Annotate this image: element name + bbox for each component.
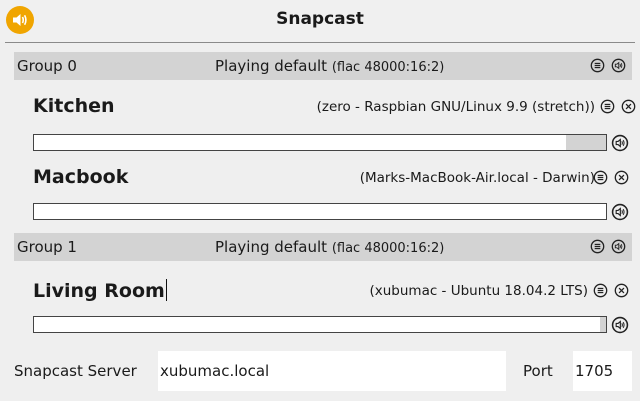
remove-icon[interactable] bbox=[614, 170, 629, 185]
volume-icon[interactable] bbox=[611, 316, 629, 334]
volume-slider[interactable] bbox=[33, 316, 607, 333]
client-host: (Marks-MacBook-Air.local - Darwin) bbox=[359, 170, 595, 186]
port-label: Port bbox=[523, 362, 553, 380]
group-name: Group 1 bbox=[17, 238, 77, 256]
client-name-text: Living Room bbox=[33, 280, 165, 302]
client-host: (zero - Raspbian GNU/Linux 9.9 (stretch)… bbox=[316, 99, 595, 115]
title-bar: Snapcast bbox=[0, 0, 640, 42]
menu-icon[interactable] bbox=[600, 99, 615, 114]
volume-icon[interactable] bbox=[611, 58, 626, 73]
server-input[interactable] bbox=[158, 351, 506, 391]
app-title: Snapcast bbox=[276, 9, 364, 29]
remove-icon[interactable] bbox=[614, 283, 629, 298]
group-row: Group 1 Playing default (flac 48000:16:2… bbox=[14, 233, 632, 261]
client-name: Kitchen bbox=[33, 95, 115, 117]
group-stream: Playing default bbox=[215, 57, 328, 75]
group-codec: (flac 48000:16:2) bbox=[331, 241, 445, 256]
group-row: Group 0 Playing default (flac 48000:16:2… bbox=[14, 52, 632, 80]
port-input[interactable] bbox=[573, 351, 632, 391]
menu-icon[interactable] bbox=[593, 170, 608, 185]
volume-slider[interactable] bbox=[33, 134, 607, 151]
volume-icon[interactable] bbox=[611, 239, 626, 254]
text-cursor bbox=[165, 279, 167, 301]
volume-slider[interactable] bbox=[33, 203, 607, 220]
server-label: Snapcast Server bbox=[14, 362, 137, 380]
menu-icon[interactable] bbox=[590, 239, 605, 254]
group-codec: (flac 48000:16:2) bbox=[331, 60, 445, 75]
client-name[interactable]: Living Room bbox=[33, 279, 167, 302]
menu-icon[interactable] bbox=[593, 283, 608, 298]
group-name: Group 0 bbox=[17, 57, 77, 75]
client-name: Macbook bbox=[33, 166, 129, 188]
menu-icon[interactable] bbox=[590, 58, 605, 73]
group-status: Playing default (flac 48000:16:2) bbox=[215, 238, 444, 256]
volume-icon[interactable] bbox=[611, 134, 629, 152]
volume-fill bbox=[34, 317, 601, 332]
volume-icon[interactable] bbox=[611, 203, 629, 221]
header-divider bbox=[5, 42, 635, 43]
group-stream: Playing default bbox=[215, 238, 328, 256]
volume-fill bbox=[34, 204, 606, 219]
remove-icon[interactable] bbox=[621, 99, 636, 114]
volume-fill bbox=[34, 135, 566, 150]
group-status: Playing default (flac 48000:16:2) bbox=[215, 57, 444, 75]
client-host: (xubumac - Ubuntu 18.04.2 LTS) bbox=[369, 283, 588, 299]
